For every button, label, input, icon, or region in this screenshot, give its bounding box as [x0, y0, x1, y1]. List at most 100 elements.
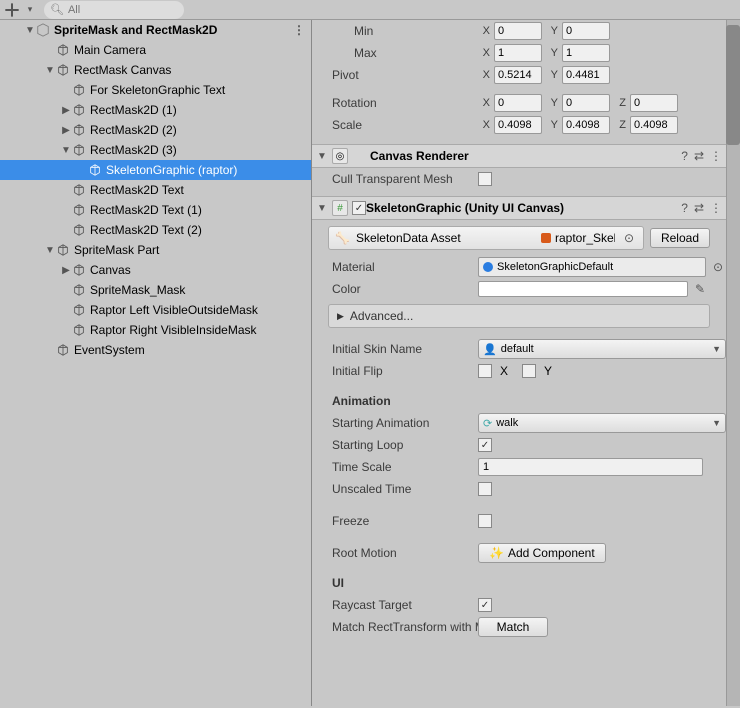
unscaled-time-checkbox[interactable]	[478, 482, 492, 496]
eyedropper-icon[interactable]: ✎	[692, 281, 708, 297]
gameobject-icon	[72, 183, 86, 197]
kebab-icon[interactable]: ⋮	[710, 201, 722, 215]
search-input-wrap[interactable]: 🔍︎	[44, 1, 184, 19]
chevron-down-icon[interactable]: ▼	[44, 244, 56, 256]
create-icon[interactable]	[4, 2, 20, 18]
chevron-right-icon[interactable]: ▶	[60, 104, 72, 116]
item-label: RectMask2D Text	[90, 183, 184, 197]
gameobject-icon	[88, 163, 102, 177]
scrollbar-thumb[interactable]	[726, 25, 740, 145]
chevron-down-icon[interactable]: ▼	[316, 202, 328, 214]
hierarchy-item[interactable]: RectMask2D Text (1)	[0, 200, 311, 220]
rot-z-input[interactable]	[630, 94, 678, 112]
gameobject-icon	[56, 43, 70, 57]
initial-skin-dropdown[interactable]: 👤default ▼	[478, 339, 726, 359]
gameobject-icon	[72, 223, 86, 237]
chevron-down-icon[interactable]: ▼	[44, 64, 56, 76]
kebab-icon[interactable]: ⋮	[710, 149, 722, 163]
min-y-input[interactable]	[562, 22, 610, 40]
skeleton-graphic-title: SkeletonGraphic (Unity UI Canvas)	[366, 201, 681, 215]
hierarchy-item[interactable]: Raptor Left VisibleOutsideMask	[0, 300, 311, 320]
help-icon[interactable]: ?	[681, 149, 688, 163]
hierarchy-item[interactable]: ▶ Canvas	[0, 260, 311, 280]
hierarchy-panel: ▼ SpriteMask and RectMask2D ⋮ Main Camer…	[0, 20, 312, 706]
scale-x-input[interactable]	[494, 116, 542, 134]
chevron-right-icon[interactable]: ▶	[60, 264, 72, 276]
gameobject-icon	[72, 303, 86, 317]
item-label: Canvas	[90, 263, 131, 277]
canvas-renderer-icon: ◎	[332, 148, 348, 164]
hierarchy-item[interactable]: ▼RectMask2D (3)	[0, 140, 311, 160]
enabled-checkbox[interactable]	[352, 201, 366, 215]
hierarchy-item[interactable]: Main Camera	[0, 40, 311, 60]
pivot-x-input[interactable]	[494, 66, 542, 84]
chevron-right-icon[interactable]: ▶	[60, 124, 72, 136]
chevron-down-icon[interactable]: ▼	[60, 144, 72, 156]
object-picker-icon[interactable]: ⊙	[621, 230, 637, 246]
scrollbar[interactable]	[726, 20, 740, 706]
hierarchy-item[interactable]: Raptor Right VisibleInsideMask	[0, 320, 311, 340]
hierarchy-item[interactable]: EventSystem	[0, 340, 311, 360]
raycast-checkbox[interactable]	[478, 598, 492, 612]
freeze-checkbox[interactable]	[478, 514, 492, 528]
rot-y-input[interactable]	[562, 94, 610, 112]
scene-name: SpriteMask and RectMask2D	[54, 23, 217, 37]
chevron-down-icon[interactable]: ▼	[316, 150, 328, 162]
gameobject-icon	[72, 283, 86, 297]
anim-icon: ⟳	[483, 417, 492, 430]
hierarchy-item[interactable]: SpriteMask_Mask	[0, 280, 311, 300]
unity-logo-icon	[36, 23, 50, 37]
material-value: SkeletonGraphicDefault	[497, 261, 613, 273]
add-component-button[interactable]: ✨ Add Component	[478, 543, 606, 563]
max-y-input[interactable]	[562, 44, 610, 62]
initial-skin-label: Initial Skin Name	[328, 342, 478, 356]
flip-x-checkbox[interactable]	[478, 364, 492, 378]
gameobject-icon	[72, 123, 86, 137]
y-label: Y	[546, 25, 558, 37]
min-label: Min	[328, 24, 478, 38]
advanced-foldout[interactable]: ▶ Advanced...	[328, 304, 710, 328]
cull-checkbox[interactable]	[478, 172, 492, 186]
dropdown-icon[interactable]: ▾	[22, 2, 38, 18]
inspector-panel: Min X Y Max X Y Pivot	[312, 20, 740, 706]
starting-loop-checkbox[interactable]	[478, 438, 492, 452]
chevron-down-icon[interactable]: ▼	[24, 24, 36, 36]
scene-row[interactable]: ▼ SpriteMask and RectMask2D ⋮	[0, 20, 311, 40]
canvas-renderer-header[interactable]: ▼ ◎ Canvas Renderer ? ⇄ ⋮	[312, 144, 726, 168]
scale-y-input[interactable]	[562, 116, 610, 134]
material-field[interactable]: SkeletonGraphicDefault	[478, 257, 706, 277]
hierarchy-item[interactable]: ▶RectMask2D (1)	[0, 100, 311, 120]
canvas-renderer-title: Canvas Renderer	[352, 149, 681, 163]
hierarchy-item[interactable]: ▼RectMask Canvas	[0, 60, 311, 80]
hierarchy-item[interactable]: RectMask2D Text (2)	[0, 220, 311, 240]
hierarchy-item[interactable]: RectMask2D Text	[0, 180, 311, 200]
hierarchy-item[interactable]: ▼SpriteMask Part	[0, 240, 311, 260]
preset-icon[interactable]: ⇄	[694, 149, 704, 163]
min-x-input[interactable]	[494, 22, 542, 40]
preset-icon[interactable]: ⇄	[694, 201, 704, 215]
skeleton-data-asset-field[interactable]: 🦴 SkeletonData Asset raptor_SkeletonData…	[328, 226, 644, 250]
gameobject-icon	[72, 83, 86, 97]
max-x-input[interactable]	[494, 44, 542, 62]
help-icon[interactable]: ?	[681, 201, 688, 215]
context-menu-icon[interactable]: ⋮	[293, 23, 305, 37]
time-scale-input[interactable]	[478, 458, 703, 476]
material-label: Material	[328, 260, 478, 274]
reload-button[interactable]: Reload	[650, 228, 710, 248]
scale-z-input[interactable]	[630, 116, 678, 134]
color-swatch[interactable]	[478, 281, 688, 297]
hierarchy-item[interactable]: SkeletonGraphic (raptor)	[0, 160, 311, 180]
search-input[interactable]	[68, 4, 178, 16]
item-label: Raptor Left VisibleOutsideMask	[90, 303, 258, 317]
pivot-y-input[interactable]	[562, 66, 610, 84]
rot-x-input[interactable]	[494, 94, 542, 112]
flip-y-checkbox[interactable]	[522, 364, 536, 378]
starting-anim-dropdown[interactable]: ⟳walk ▼	[478, 413, 726, 433]
object-picker-icon[interactable]: ⊙	[710, 259, 726, 275]
match-button[interactable]: Match	[478, 617, 548, 637]
x-label: X	[500, 364, 508, 378]
ui-header: UI	[328, 576, 344, 590]
hierarchy-item[interactable]: ▶RectMask2D (2)	[0, 120, 311, 140]
hierarchy-item[interactable]: For SkeletonGraphic Text	[0, 80, 311, 100]
skeleton-graphic-header[interactable]: ▼ # SkeletonGraphic (Unity UI Canvas) ? …	[312, 196, 726, 220]
